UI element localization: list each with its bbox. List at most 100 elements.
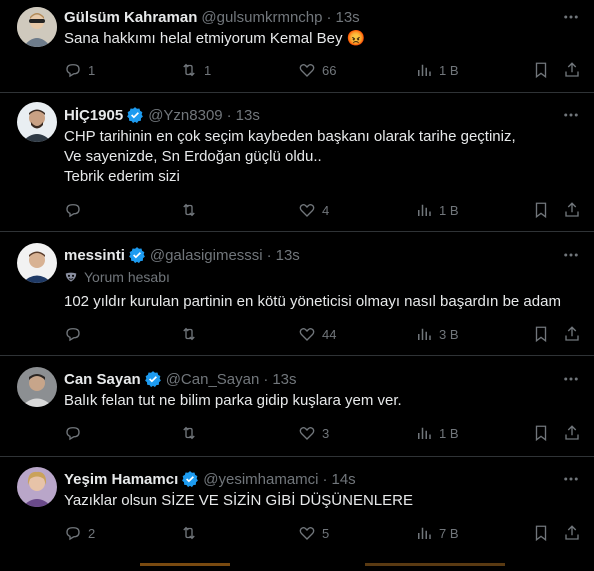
views-count: 1 B — [439, 62, 459, 78]
display-name[interactable]: messinti — [64, 247, 125, 264]
user-photo-icon — [17, 367, 57, 407]
tweet-2[interactable]: HİÇ1905 @Yzn8309 · 13s CHP tarihinin en … — [0, 93, 594, 232]
bookmark-icon — [535, 326, 547, 343]
like-count: 5 — [322, 525, 330, 541]
timestamp[interactable]: 13s — [276, 247, 300, 264]
more-options-icon[interactable] — [562, 246, 580, 264]
share-button[interactable] — [563, 200, 581, 220]
handle[interactable]: @yesimhamamci — [203, 471, 318, 488]
views-count: 7 B — [439, 525, 459, 541]
account-label-text: Yorum hesabı — [84, 269, 170, 285]
user-photo-icon — [17, 467, 57, 507]
like-button[interactable]: 4 — [298, 200, 329, 220]
retweet-icon — [183, 63, 195, 77]
reply-button[interactable]: 1 — [64, 60, 95, 80]
more-options-icon[interactable] — [562, 106, 580, 124]
like-button[interactable]: 44 — [298, 324, 336, 344]
avatar[interactable] — [17, 102, 57, 142]
reply-button[interactable] — [64, 324, 88, 344]
reply-icon — [66, 328, 80, 342]
views-button[interactable]: 1 B — [415, 60, 459, 80]
retweet-count: 1 — [204, 62, 212, 78]
heart-icon — [299, 203, 315, 217]
views-button[interactable]: 7 B — [415, 523, 459, 543]
tweet-3[interactable]: messinti @galasigimesssi · 13s Yorum hes… — [0, 232, 594, 356]
reply-icon — [66, 204, 80, 218]
views-icon — [418, 64, 431, 76]
share-button[interactable] — [563, 423, 581, 443]
views-button[interactable]: 1 B — [415, 200, 459, 220]
bookmark-button[interactable] — [532, 324, 550, 344]
like-button[interactable]: 66 — [298, 60, 336, 80]
handle[interactable]: @gulsumkrmnchp — [201, 9, 322, 26]
views-icon — [418, 328, 431, 340]
timestamp[interactable]: 13s — [236, 107, 260, 124]
timestamp[interactable]: 13s — [272, 371, 296, 388]
separator-dot: · — [326, 8, 332, 26]
views-icon — [418, 427, 431, 439]
bookmark-button[interactable] — [532, 60, 550, 80]
bookmark-button[interactable] — [532, 523, 550, 543]
handle[interactable]: @galasigimesssi — [150, 247, 263, 264]
user-photo-icon — [17, 7, 57, 47]
timestamp[interactable]: 14s — [332, 471, 356, 488]
display-name[interactable]: Can Sayan — [64, 371, 141, 388]
handle[interactable]: @Can_Sayan — [166, 371, 260, 388]
share-icon — [565, 326, 579, 341]
retweet-icon — [183, 526, 195, 540]
views-button[interactable]: 1 B — [415, 423, 459, 443]
tweet-text: CHP tarihinin en çok seçim kaybeden başk… — [64, 127, 579, 187]
heart-icon — [299, 526, 315, 540]
reply-button[interactable]: 2 — [64, 523, 95, 543]
tweet-5[interactable]: Yeşim Hamamcı @yesimhamamci · 14s Yazıkl… — [0, 457, 594, 556]
account-label: Yorum hesabı — [64, 269, 170, 285]
user-photo-icon — [17, 243, 57, 283]
timestamp[interactable]: 13s — [335, 9, 359, 26]
tweet-text-line: Ve sayenizde, Sn Erdoğan güçlü oldu.. — [64, 148, 322, 165]
reply-button[interactable] — [64, 423, 88, 443]
share-button[interactable] — [563, 523, 581, 543]
verified-badge-icon — [144, 370, 162, 388]
verified-badge-icon — [181, 470, 199, 488]
tweet-text: Sana hakkımı helal etmiyorum Kemal Bey 😡 — [64, 30, 366, 47]
separator-dot: · — [322, 470, 328, 488]
like-button[interactable]: 5 — [298, 523, 329, 543]
retweet-icon — [183, 327, 195, 341]
display-name[interactable]: HİÇ1905 — [64, 107, 123, 124]
bookmark-button[interactable] — [532, 200, 550, 220]
avatar[interactable] — [17, 7, 57, 47]
avatar[interactable] — [17, 243, 57, 283]
reply-button[interactable] — [64, 200, 88, 220]
avatar[interactable] — [17, 367, 57, 407]
more-options-icon[interactable] — [562, 8, 580, 26]
mask-icon — [65, 272, 77, 282]
bookmark-icon — [535, 202, 547, 219]
views-button[interactable]: 3 B — [415, 324, 459, 344]
reply-count: 2 — [88, 525, 96, 541]
avatar[interactable] — [17, 467, 57, 507]
retweet-button[interactable] — [180, 423, 204, 443]
tweet-4[interactable]: Can Sayan @Can_Sayan · 13s Balık felan t… — [0, 356, 594, 457]
handle[interactable]: @Yzn8309 — [148, 107, 222, 124]
separator-dot: · — [226, 106, 232, 124]
tweet-1[interactable]: Gülsüm Kahraman @gulsumkrmnchp · 13s San… — [0, 0, 594, 93]
display-name[interactable]: Yeşim Hamamcı — [64, 471, 178, 488]
retweet-button[interactable] — [180, 324, 204, 344]
views-icon — [418, 527, 431, 539]
views-count: 1 B — [439, 425, 459, 441]
retweet-icon — [183, 203, 195, 217]
share-icon — [565, 62, 579, 77]
share-button[interactable] — [563, 60, 581, 80]
retweet-button[interactable] — [180, 200, 204, 220]
heart-icon — [299, 327, 315, 341]
bookmark-button[interactable] — [532, 423, 550, 443]
retweet-button[interactable] — [180, 523, 204, 543]
more-options-icon[interactable] — [562, 470, 580, 488]
tweet-text: Balık felan tut ne bilim parka gidip kuş… — [64, 392, 402, 409]
like-button[interactable]: 3 — [298, 423, 329, 443]
share-button[interactable] — [563, 324, 581, 344]
retweet-button[interactable]: 1 — [180, 60, 211, 80]
more-options-icon[interactable] — [562, 370, 580, 388]
display-name[interactable]: Gülsüm Kahraman — [64, 9, 197, 26]
bookmark-icon — [535, 62, 547, 79]
